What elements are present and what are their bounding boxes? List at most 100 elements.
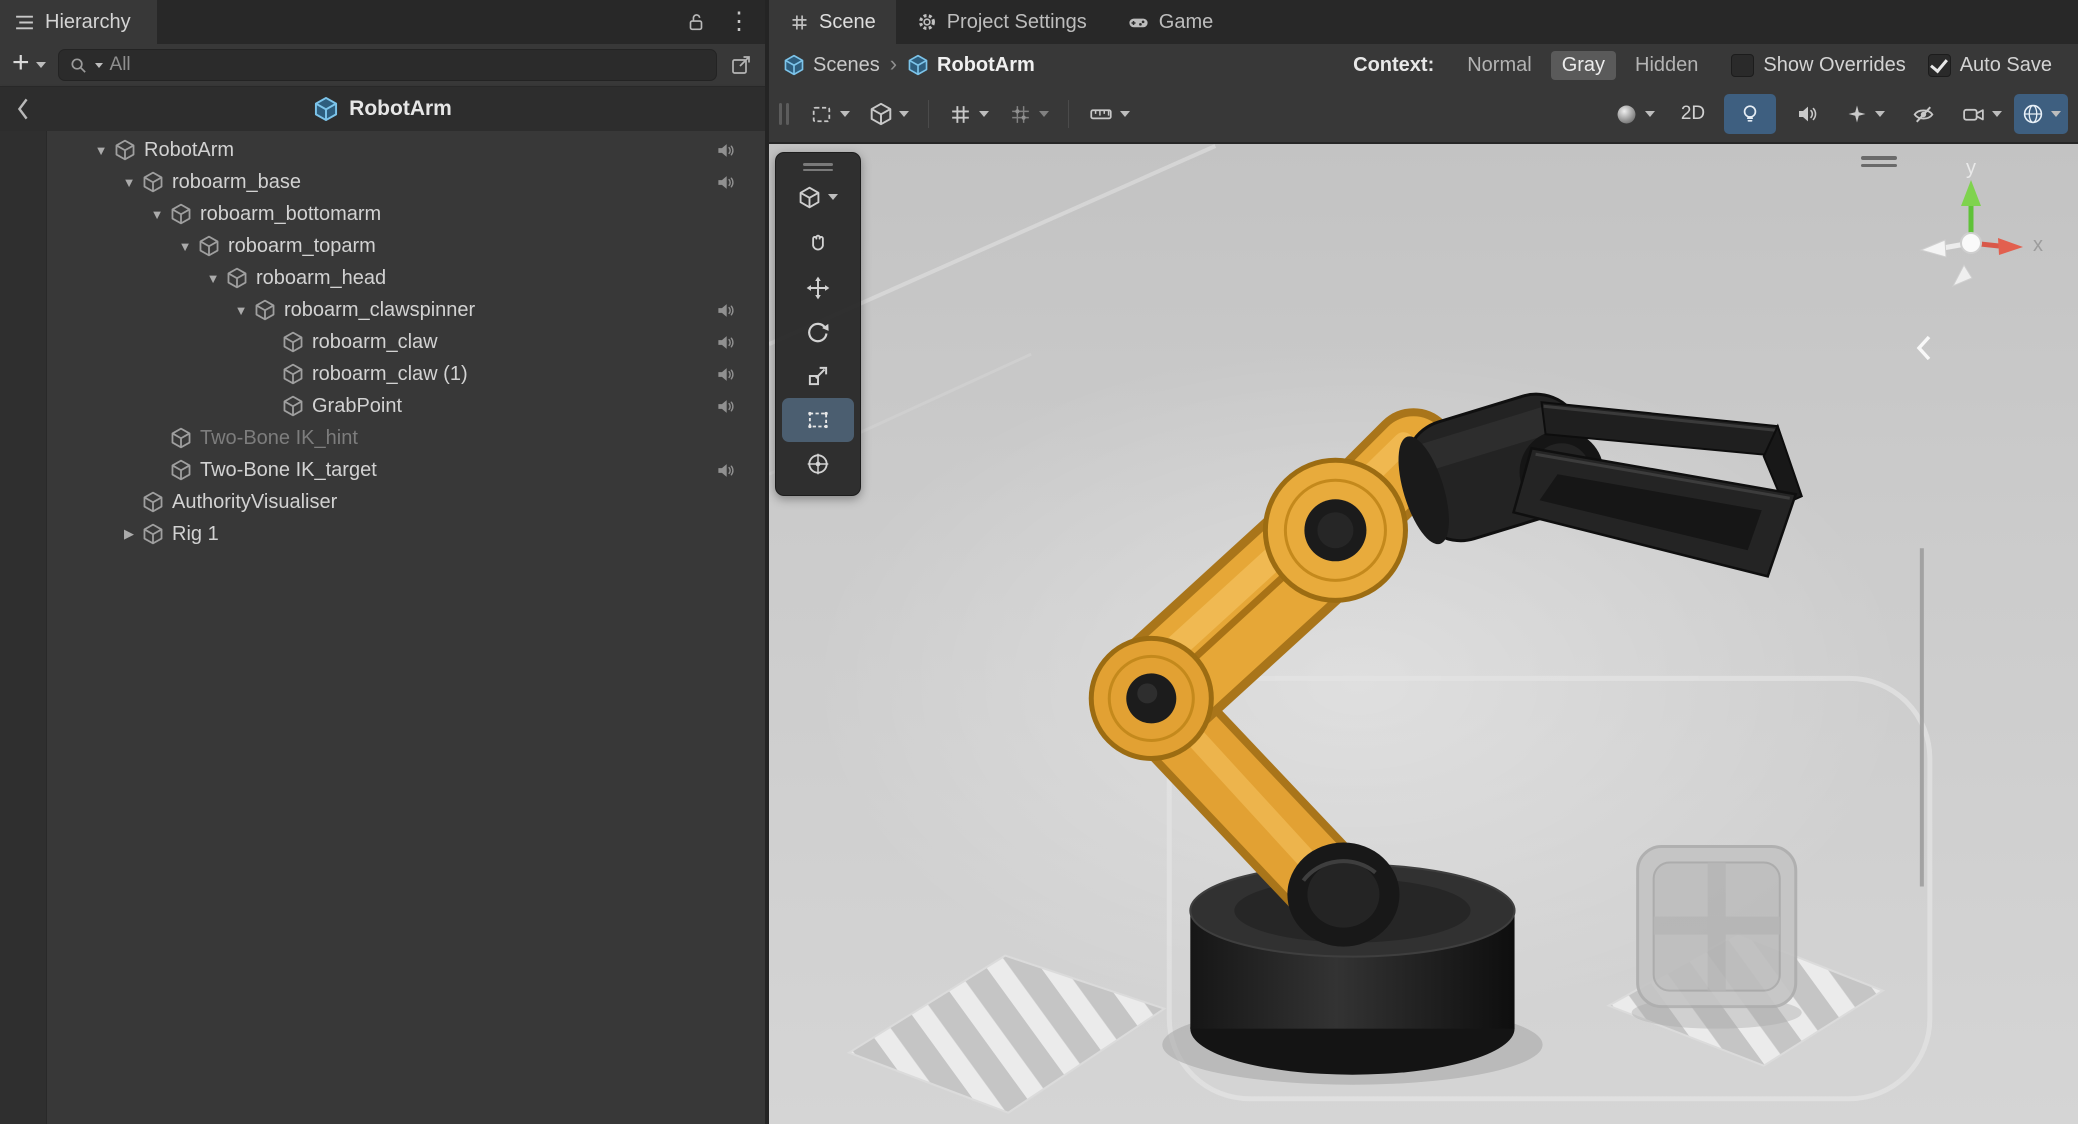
selection-outline-dropdown[interactable] <box>802 94 857 134</box>
tab-project-settings[interactable]: Project Settings <box>896 0 1107 44</box>
show-overrides-checkbox[interactable] <box>1731 54 1754 77</box>
search-filter-chevron-icon[interactable] <box>95 63 103 68</box>
chevron-down-icon <box>1039 111 1049 117</box>
hierarchy-item-roboarm-toparm[interactable]: ▼roboarm_toparm <box>0 230 765 262</box>
hazard-pad-left <box>849 956 1164 1113</box>
foldout-arrow[interactable]: ▼ <box>200 271 226 286</box>
hierarchy-item-two-bone-ik-hint[interactable]: Two-Bone IK_hint <box>0 422 765 454</box>
auto-save-checkbox[interactable] <box>1928 54 1951 77</box>
popout-window-icon[interactable] <box>729 53 753 77</box>
foldout-arrow[interactable]: ▼ <box>172 239 198 254</box>
component-overlay-dropdown[interactable] <box>2014 94 2068 134</box>
transform-tool[interactable] <box>782 442 854 486</box>
speaker-icon[interactable] <box>716 397 735 416</box>
scene-visibility-button[interactable] <box>1897 94 1949 134</box>
prefab-back-button[interactable] <box>4 87 42 131</box>
speaker-icon[interactable] <box>716 333 735 352</box>
hierarchy-item-authorityvisualiser[interactable]: AuthorityVisualiser <box>0 486 765 518</box>
hierarchy-item-roboarm-base[interactable]: ▼roboarm_base <box>0 166 765 198</box>
overlay-drag-handle[interactable] <box>803 163 833 171</box>
pivot-cube-dropdown[interactable] <box>862 94 916 134</box>
scene-camera-dropdown[interactable] <box>1954 94 2009 134</box>
hierarchy-item-roboarm-claw[interactable]: roboarm_claw <box>0 326 765 358</box>
prefab-cube-icon <box>907 54 929 76</box>
grid-snap-dropdown[interactable] <box>1001 94 1056 134</box>
scene-viewport[interactable]: y x <box>769 144 2078 1124</box>
gizmo-center[interactable] <box>1961 233 1981 253</box>
tool-context-dropdown[interactable] <box>798 180 838 214</box>
gizmo-x-cone[interactable] <box>1998 238 2023 255</box>
effects-dropdown[interactable] <box>1838 94 1892 134</box>
chevron-down-icon <box>1875 111 1885 117</box>
crate-prop <box>1632 847 1802 1029</box>
hierarchy-item-roboarm-clawspinner[interactable]: ▼roboarm_clawspinner <box>0 294 765 326</box>
hierarchy-item-grabpoint[interactable]: GrabPoint <box>0 390 765 422</box>
context-option-normal[interactable]: Normal <box>1456 51 1542 80</box>
show-overrides-label: Show Overrides <box>1763 54 1905 77</box>
gameobject-cube-icon <box>254 299 276 321</box>
breadcrumb-robotarm[interactable]: RobotArm <box>907 54 1035 77</box>
move-tool[interactable] <box>782 266 854 310</box>
scale-tool[interactable] <box>782 354 854 398</box>
foldout-arrow[interactable]: ▼ <box>88 143 114 158</box>
speaker-icon[interactable] <box>716 365 735 384</box>
hierarchy-item-rig-1[interactable]: ▶Rig 1 <box>0 518 765 550</box>
gameobject-cube-icon <box>282 331 304 353</box>
speaker-icon[interactable] <box>716 173 735 192</box>
breadcrumb-robotarm-label: RobotArm <box>937 54 1035 77</box>
foldout-arrow[interactable]: ▶ <box>116 526 142 542</box>
hierarchy-search-input[interactable]: All <box>58 49 717 81</box>
hierarchy-item-roboarm-claw-1[interactable]: roboarm_claw (1) <box>0 358 765 390</box>
tab-hierarchy[interactable]: Hierarchy <box>0 0 157 44</box>
draw-mode-dropdown[interactable] <box>1607 94 1662 134</box>
add-gameobject-button[interactable]: + <box>12 56 46 74</box>
scene-audio-button[interactable] <box>1781 94 1833 134</box>
show-overrides-toggle[interactable]: Show Overrides <box>1731 54 1905 77</box>
gizmo-neg-y-cone[interactable] <box>1953 265 1972 286</box>
toolbar-drag-handle[interactable] <box>779 103 789 125</box>
auto-save-label: Auto Save <box>1960 54 2052 77</box>
gizmo-neg-x-cone[interactable] <box>1921 240 1946 257</box>
foldout-arrow[interactable]: ▼ <box>228 303 254 318</box>
gameobject-cube-icon <box>114 139 136 161</box>
gameobject-cube-icon <box>282 363 304 385</box>
2d-mode-button[interactable]: 2D <box>1667 94 1719 134</box>
search-placeholder: All <box>110 54 131 76</box>
view-hand-tool[interactable] <box>782 222 854 266</box>
overlay-collapse-chevron[interactable] <box>1915 334 1933 362</box>
hierarchy-item-robotarm[interactable]: ▼RobotArm <box>0 134 765 166</box>
tab-game[interactable]: Game <box>1107 0 1233 44</box>
rect-tool[interactable] <box>782 398 854 442</box>
speaker-icon[interactable] <box>716 461 735 480</box>
measure-ruler-dropdown[interactable] <box>1081 94 1137 134</box>
gameobject-cube-icon <box>170 459 192 481</box>
speaker-icon[interactable] <box>716 301 735 320</box>
orientation-gizmo[interactable]: y x <box>1877 152 2067 302</box>
chevron-down-icon <box>36 62 46 68</box>
context-option-hidden[interactable]: Hidden <box>1624 51 1709 80</box>
gizmo-x-label: x <box>2033 234 2043 256</box>
tab-scene[interactable]: Scene <box>769 0 896 44</box>
tools-overlay <box>775 152 861 496</box>
foldout-arrow[interactable]: ▼ <box>144 207 170 222</box>
gameobject-cube-icon <box>142 171 164 193</box>
scene-lighting-button[interactable] <box>1724 94 1776 134</box>
hierarchy-item-roboarm-head[interactable]: ▼roboarm_head <box>0 262 765 294</box>
hierarchy-item-roboarm-bottomarm[interactable]: ▼roboarm_bottomarm <box>0 198 765 230</box>
speaker-icon[interactable] <box>716 141 735 160</box>
breadcrumb-separator: › <box>890 51 897 77</box>
chevron-down-icon <box>1992 111 2002 117</box>
foldout-arrow[interactable]: ▼ <box>116 175 142 190</box>
lock-icon[interactable] <box>685 11 707 33</box>
chevron-down-icon <box>979 111 989 117</box>
auto-save-toggle[interactable]: Auto Save <box>1928 54 2052 77</box>
kebab-menu-icon[interactable]: ⋮ <box>727 10 751 34</box>
gameobject-cube-icon <box>282 395 304 417</box>
hierarchy-list-icon <box>14 13 35 32</box>
context-option-gray[interactable]: Gray <box>1551 51 1616 80</box>
gizmo-y-cone[interactable] <box>1961 180 1981 206</box>
hierarchy-item-two-bone-ik-target[interactable]: Two-Bone IK_target <box>0 454 765 486</box>
breadcrumb-scenes[interactable]: Scenes <box>783 54 880 77</box>
rotate-tool[interactable] <box>782 310 854 354</box>
grid-visibility-dropdown[interactable] <box>941 94 996 134</box>
